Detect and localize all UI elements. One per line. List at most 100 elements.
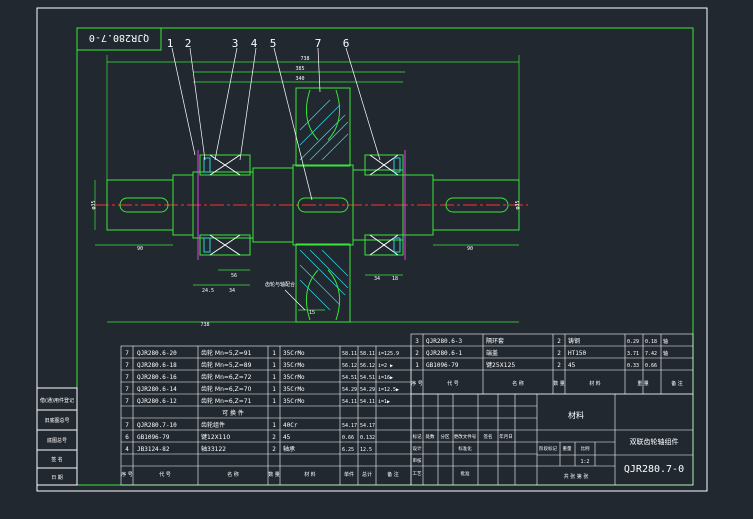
gear-row-5-name: 齿轮 Mn=6,Z=71 [201,397,252,405]
side-label-sign: 签 名 [51,456,63,463]
part-row-1-qty: 3 [415,338,419,345]
lower-row-3-qty: 4 [125,446,129,453]
part-row-3-name: 键25X125 [486,361,515,369]
gear-row-2-name: 齿轮 Mn=5,Z=89 [201,361,252,369]
title-sheet: 共 张 第 张 [564,473,589,480]
cell-change: 更改文件号 [454,433,477,440]
gear-row-1-qty: 7 [125,350,129,357]
gear-row-4-code: QJR280.6-14 [137,386,177,393]
gear-row-4-n: 1 [272,386,276,393]
lower-row-1-w1: 54.17 [342,423,357,429]
dim-d2: 34 [229,288,235,294]
lower-row-2-w1: 0.66 [342,435,354,441]
dim-top-2: 385 [295,66,304,72]
gear-row-3-note: i=16▶ [378,375,393,381]
balloon-3: 3 [232,37,239,50]
part-row-2-w2: 7.42 [645,351,657,357]
gear-row-3-qty: 7 [125,374,129,381]
balloon-2: 2 [185,37,192,50]
gear-row-4-qty: 7 [125,386,129,393]
lower-row-2-mat: 45 [283,434,291,441]
part-row-2-w1: 3.71 [627,351,639,357]
dim-shaft-dia-left: φ35 [91,200,97,209]
lower-row-1-name: 齿轮组件 [201,421,225,429]
gear-row-4-w2: 54.29 [360,387,375,393]
lower-row-3-w2: 12.5 [360,447,372,453]
part-row-2-n: 2 [557,350,561,357]
lower-row-2-qty: 6 [125,434,129,441]
part-row-1-code: QJR280.6-3 [426,338,463,345]
part-row-2-code: QJR280.6-1 [426,350,463,357]
gear-row-4-mat: 35CrMo [283,386,305,393]
dim-right-length: 90 [467,246,473,252]
gear-row-5-mat: 35CrMo [283,398,305,405]
part-header-qty: 数 量 [553,380,565,387]
gear-row-5-note: i=1▶ [378,399,390,405]
cell-design: 设计 [413,445,422,452]
gear-row-3-code: QJR280.6-16 [137,374,177,381]
part-row-2-qty: 2 [415,350,419,357]
dim-top-3: 340 [295,76,304,82]
title-material: 材料 [568,410,584,420]
dim-small: 15 [309,310,315,316]
lower-row-3-w1: 6.25 [342,447,354,453]
gear-row-4-name: 齿轮 Mn=6,Z=70 [201,385,252,393]
gear-row-1-name: 齿轮 Mn=5,Z=91 [201,349,252,357]
cell-standard: 标准化 [458,445,472,452]
gear-row-2-note: i=2 ▶ [378,363,393,369]
cell-scale: 比例 [581,445,590,452]
lower-row-2-name: 键12X110 [201,433,230,441]
part-row-2-mat: HT150 [568,350,586,357]
side-label-column: 借(通)用件登记 旧底图总号 底图总号 签 名 日 期 [36,387,78,486]
gear-table-text: 7 QJR280.6-20 齿轮 Mn=5,Z=91 1 35CrMo 58.1… [121,349,399,478]
lower-row-2-w2: 0.132 [360,435,375,441]
part-row-1-name: 隔环套 [486,337,504,345]
gear-header-code: 代 号 [159,471,171,478]
dim-d4: 34 [374,276,380,282]
part-row-3-w2: 0.66 [645,363,657,369]
balloon-leaders [171,47,381,201]
gear-header-no: 序 号 [121,471,133,478]
gear-row-4-note: i=12.5▶ [378,387,399,393]
part-header-no: 序 号 [411,380,423,387]
part-row-3-n: 2 [557,362,561,369]
lower-row-1-qty: 7 [125,422,129,429]
cell-stage: 阶段标记 [539,445,557,452]
part-row-3-w1: 0.33 [627,363,639,369]
gear-row-2-w2: 56.12 [360,363,375,369]
side-label-base: 底图总号 [47,437,67,444]
balloon-1: 1 [167,37,174,50]
gear-header-qty: 数 量 [268,471,280,478]
gear-row-4-w1: 54.29 [342,387,357,393]
dim-gap: 18 [392,276,398,282]
lower-row-3-mat: 轴承 [283,445,295,453]
cad-drawing-canvas: QJR280.7-0 借(通)用件登记 旧底图总号 底图总号 签 名 日 期 7… [36,7,708,492]
gear-row-1-mat: 35CrMo [283,350,305,357]
part-row-1-w2: 0.18 [645,339,657,345]
gear-row-5-qty: 7 [125,398,129,405]
lower-row-3-name: 轴33122 [201,445,226,453]
part-header-name: 名 称 [512,380,524,387]
dim-shaft-dia-right: φ35 [515,200,521,209]
dim-top-1: 738 [300,56,309,62]
side-label-date: 日 期 [51,475,63,481]
gear-row-3-w2: 54.51 [360,375,375,381]
gear-row-2-w1: 56.12 [342,363,357,369]
gear-row-5-w1: 54.11 [342,399,357,405]
gear-row-1-n: 1 [272,350,276,357]
gear-section-label: 可 换 件 [222,409,244,417]
gear-row-1-w1: 58.11 [342,351,357,357]
balloon-6: 6 [343,37,350,50]
lower-row-1-w2: 54.17 [360,423,375,429]
gear-row-2-n: 1 [272,362,276,369]
cell-review: 审核 [413,457,422,464]
inner-frame [76,27,694,486]
part-header-code: 代 号 [447,380,459,387]
title-part-name: 双联齿轮轴组件 [630,437,679,446]
part-row-3-qty: 1 [415,362,419,369]
part-header-mat: 材 料 [589,380,601,387]
cell-zone: 分区 [441,433,450,440]
lower-row-2-n: 2 [272,434,276,441]
gear-row-3-n: 1 [272,374,276,381]
side-label-reuse: 借(通)用件登记 [40,397,74,404]
